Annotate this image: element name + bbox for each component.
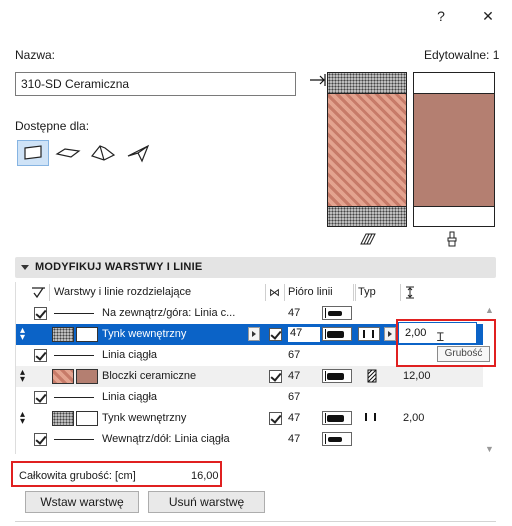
roof-tool-button[interactable] [87, 140, 119, 166]
table-scrollbar[interactable]: ▲ ▼ [483, 305, 495, 455]
available-label: Dostępne dla: [15, 119, 90, 133]
line-type-icon[interactable] [322, 411, 352, 425]
row-checkbox[interactable] [34, 391, 47, 404]
core-hatch-icon[interactable] [366, 369, 378, 383]
row-checkbox[interactable] [269, 328, 282, 341]
row-checkbox[interactable] [269, 370, 282, 383]
scroll-up-icon[interactable]: ▲ [485, 305, 494, 315]
row-label: Tynk wewnętrzny [102, 412, 187, 424]
slab-tool-button[interactable] [52, 140, 84, 166]
row-label: Linia ciągła [102, 391, 158, 403]
row-label: Tynk wewnętrzny [102, 328, 187, 340]
cut-fill-icon [360, 232, 376, 246]
wall-tool-button[interactable] [17, 140, 49, 166]
table-row[interactable]: ▴ ▾ Bloczki ceramiczne 47 12,00 [16, 366, 483, 387]
drag-handle-icon[interactable]: ▴ ▾ [20, 410, 25, 427]
fill-swatch-surface[interactable] [76, 411, 98, 426]
row-thickness: 12,00 [403, 370, 431, 382]
delete-layer-button[interactable]: Usuń warstwę [148, 491, 265, 513]
row-label: Wewnątrz/dół: Linia ciągła [102, 433, 230, 445]
shell-icon [127, 144, 150, 163]
row-checkbox[interactable] [269, 412, 282, 425]
fill-swatch[interactable] [52, 369, 74, 384]
editable-count: Edytowalne: 1 [424, 48, 500, 62]
preview-arrow [310, 74, 328, 86]
insert-layer-button[interactable]: Wstaw warstwę [25, 491, 139, 513]
row-label: Na zewnątrz/góra: Linia c... [102, 307, 236, 319]
line-type-icon[interactable] [322, 306, 352, 320]
table-row[interactable]: Wewnątrz/dół: Linia ciągła 47 [16, 429, 483, 450]
row-checkbox[interactable] [34, 349, 47, 362]
header-layers: Warstwy i linie rozdzielające [54, 286, 192, 298]
table-row[interactable]: ▴ ▾ Tynk wewnętrzny 47 2,00 [16, 408, 483, 429]
highlight-total [11, 461, 222, 487]
row-pen: 47 [288, 412, 301, 424]
line-type-icon[interactable] [322, 369, 352, 383]
expand-arrow-button[interactable] [248, 327, 260, 341]
slab-icon [55, 148, 81, 158]
surface-brush-icon [446, 231, 458, 247]
fill-swatch[interactable] [52, 327, 74, 342]
section-title: MODYFIKUJ WARSTWY I LINIE [35, 261, 203, 273]
shell-tool-button[interactable] [123, 140, 155, 166]
line-type-icon[interactable] [322, 432, 352, 446]
row-pen: 67 [288, 391, 301, 403]
surface-preview [413, 72, 495, 227]
name-input[interactable]: 310-SD Ceramiczna [15, 72, 296, 96]
row-pen: 47 [288, 433, 301, 445]
row-pen: 47 [288, 370, 301, 382]
line-type-thin-icon[interactable] [358, 327, 380, 341]
table-header: Warstwy i linie rozdzielające ⋈ Pióro li… [16, 282, 497, 303]
drag-handle-icon[interactable]: ▴ ▾ [20, 368, 25, 385]
name-label: Nazwa: [15, 48, 56, 62]
row-label: Linia ciągła [102, 349, 158, 361]
scroll-down-icon[interactable]: ▼ [485, 444, 494, 454]
header-type: Typ [358, 286, 376, 298]
fill-swatch[interactable] [52, 411, 74, 426]
wall-icon [24, 145, 42, 160]
roof-icon [90, 145, 116, 161]
line-type-icon[interactable] [322, 327, 352, 341]
header-pen: Pióro linii [288, 286, 333, 298]
help-button[interactable]: ? [429, 6, 453, 26]
check-all-icon[interactable] [32, 286, 45, 299]
row-pen: 67 [288, 349, 301, 361]
row-thickness: 2,00 [403, 412, 425, 424]
row-checkbox[interactable] [34, 433, 47, 446]
bottom-divider [15, 521, 496, 522]
row-pen: 47 [288, 327, 320, 342]
thickness-header-icon [405, 286, 415, 299]
section-preview [327, 72, 407, 227]
expand-arrow-button[interactable] [384, 327, 396, 341]
drag-handle-icon[interactable]: ▴ ▾ [20, 326, 25, 343]
highlight-thickness [396, 319, 496, 367]
row-label: Bloczki ceramiczne [102, 370, 197, 382]
line-type-thin-icon[interactable] [362, 411, 382, 425]
layers-table: Warstwy i linie rozdzielające ⋈ Pióro li… [15, 282, 496, 454]
row-checkbox[interactable] [34, 307, 47, 320]
row-pen: 47 [288, 307, 301, 319]
header-visibility-icon: ⋈ [269, 287, 280, 299]
fill-swatch-surface[interactable] [76, 369, 98, 384]
modify-layers-header[interactable]: MODYFIKUJ WARSTWY I LINIE [15, 257, 496, 278]
close-button[interactable]: ✕ [476, 6, 500, 26]
table-row[interactable]: Linia ciągła 67 [16, 387, 483, 408]
fill-swatch-surface[interactable] [76, 327, 98, 342]
collapse-triangle-icon [21, 264, 29, 270]
